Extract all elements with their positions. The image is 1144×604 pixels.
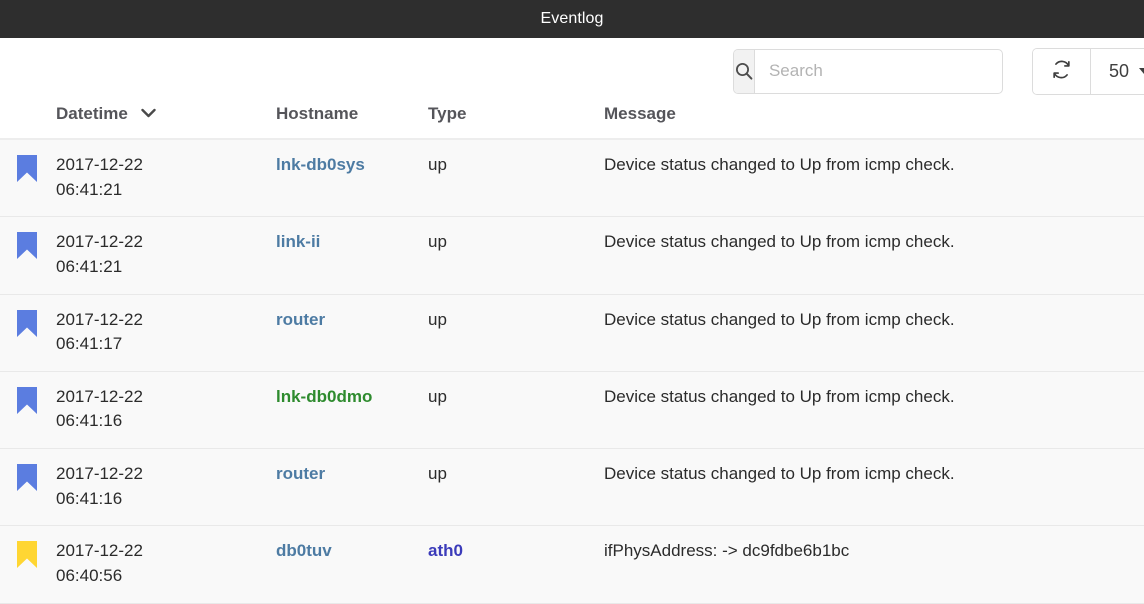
cell-message: Device status changed to Up from icmp ch… bbox=[604, 371, 1144, 450]
message-text: Device status changed to Up from icmp ch… bbox=[604, 386, 955, 406]
column-header-datetime-label: Datetime bbox=[56, 104, 128, 123]
cell-hostname: router bbox=[276, 448, 428, 527]
cell-datetime: 2017-12-22 06:41:16 bbox=[0, 448, 276, 527]
column-header-hostname[interactable]: Hostname bbox=[276, 104, 428, 140]
window-title-bar: Eventlog bbox=[0, 0, 1144, 38]
cell-hostname: lnk-db0dmo bbox=[276, 371, 428, 450]
cell-message: Device status changed to Up from icmp ch… bbox=[604, 448, 1144, 527]
type-link[interactable]: ath0 bbox=[428, 541, 463, 560]
cell-datetime: 2017-12-22 06:41:16 bbox=[0, 371, 276, 450]
message-text: Device status changed to Up from icmp ch… bbox=[604, 232, 955, 252]
type-value: up bbox=[428, 464, 447, 484]
type-value: up bbox=[428, 232, 447, 252]
hostname-link[interactable]: link-ii bbox=[276, 232, 320, 251]
cell-message: Device status changed to Up from icmp ch… bbox=[604, 216, 1144, 295]
type-value: up bbox=[428, 155, 447, 174]
cell-message: Device status changed to Up from icmp ch… bbox=[604, 294, 1144, 372]
table-header: Datetime Hostname Type Message bbox=[0, 104, 1144, 140]
table-row[interactable]: 2017-12-22 06:40:56 db0tuv ath0 ifPhysAddre… bbox=[0, 525, 1144, 604]
cell-hostname: lnk-db0sys bbox=[276, 139, 428, 218]
message-text: Device status changed to Up from icmp ch… bbox=[604, 464, 955, 484]
message-text: Device status changed to Up from icmp ch… bbox=[604, 155, 955, 174]
bookmark-flag-icon[interactable] bbox=[17, 155, 37, 182]
table-header-row: Datetime Hostname Type Message bbox=[0, 104, 1144, 140]
cell-type: up bbox=[428, 139, 604, 218]
cell-type: up bbox=[428, 448, 604, 527]
datetime-value: 2017-12-22 06:41:16 bbox=[56, 464, 143, 508]
column-header-message[interactable]: Message bbox=[604, 104, 1144, 140]
column-header-type[interactable]: Type bbox=[428, 104, 604, 140]
column-header-message-label: Message bbox=[604, 104, 676, 123]
table-row[interactable]: 2017-12-22 06:41:16 lnk-db0dmo up Device st… bbox=[0, 371, 1144, 450]
bookmark-flag-icon[interactable] bbox=[17, 309, 37, 337]
table-controls: 50 bbox=[1031, 47, 1144, 95]
column-header-datetime[interactable]: Datetime bbox=[0, 104, 276, 140]
page-size-dropdown[interactable]: 50 bbox=[1089, 48, 1144, 94]
cell-type: up bbox=[428, 294, 604, 372]
search-icon[interactable] bbox=[733, 49, 755, 93]
chevron-down-icon[interactable] bbox=[140, 105, 156, 122]
eventlog-table: Datetime Hostname Type Message 2017-12-2… bbox=[0, 104, 1144, 604]
message-text: Device status changed to Up from icmp ch… bbox=[604, 309, 955, 329]
page-size-value: 50 bbox=[1108, 60, 1129, 81]
hostname-link[interactable]: lnk-db0sys bbox=[276, 155, 365, 174]
toolbar: 50 bbox=[0, 38, 1144, 104]
type-value: up bbox=[428, 386, 447, 406]
hostname-link[interactable]: router bbox=[276, 464, 325, 483]
type-value: up bbox=[428, 309, 447, 329]
cell-type: ath0 bbox=[428, 525, 604, 604]
cell-datetime: 2017-12-22 06:41:17 bbox=[0, 294, 276, 372]
cell-datetime: 2017-12-22 06:41:21 bbox=[0, 216, 276, 295]
cell-hostname: router bbox=[276, 294, 428, 372]
column-header-hostname-label: Hostname bbox=[276, 104, 359, 123]
message-text: ifPhysAddress: -> dc9fdbe6b1bc bbox=[604, 541, 850, 561]
table-row[interactable]: 2017-12-22 06:41:17 router up Device status… bbox=[0, 294, 1144, 372]
hostname-link[interactable]: lnk-db0dmo bbox=[276, 387, 372, 406]
refresh-button[interactable] bbox=[1032, 48, 1090, 94]
cell-hostname: link-ii bbox=[276, 216, 428, 295]
cell-type: up bbox=[428, 216, 604, 295]
hostname-link[interactable]: router bbox=[276, 310, 325, 329]
chevron-down-icon bbox=[1139, 68, 1144, 74]
page-title: Eventlog bbox=[540, 10, 604, 27]
bookmark-flag-icon[interactable] bbox=[17, 464, 37, 492]
cell-hostname: db0tuv bbox=[276, 525, 428, 604]
column-header-type-label: Type bbox=[428, 104, 467, 123]
cell-message: ifPhysAddress: -> dc9fdbe6b1bc bbox=[604, 525, 1144, 604]
search-input[interactable] bbox=[754, 49, 1002, 93]
table-body: 2017-12-22 06:41:21 lnk-db0sys up Device st… bbox=[0, 139, 1144, 604]
hostname-link[interactable]: db0tuv bbox=[276, 541, 332, 560]
refresh-icon bbox=[1051, 59, 1072, 83]
cell-datetime: 2017-12-22 06:40:56 bbox=[0, 525, 276, 604]
search-box[interactable] bbox=[732, 48, 1003, 94]
bookmark-flag-icon[interactable] bbox=[17, 386, 37, 414]
datetime-value: 2017-12-22 06:41:17 bbox=[56, 309, 143, 354]
datetime-value: 2017-12-22 06:41:21 bbox=[56, 232, 143, 276]
cell-type: up bbox=[428, 371, 604, 450]
datetime-value: 2017-12-22 06:41:16 bbox=[56, 386, 143, 431]
table-row[interactable]: 2017-12-22 06:41:16 router up Device status… bbox=[0, 448, 1144, 527]
table-row[interactable]: 2017-12-22 06:41:21 link-ii up Device statu… bbox=[0, 216, 1144, 295]
cell-datetime: 2017-12-22 06:41:21 bbox=[0, 139, 276, 218]
datetime-value: 2017-12-22 06:41:21 bbox=[56, 155, 143, 199]
datetime-value: 2017-12-22 06:40:56 bbox=[56, 541, 143, 586]
bookmark-flag-icon[interactable] bbox=[17, 232, 37, 260]
bookmark-flag-icon[interactable] bbox=[17, 541, 37, 569]
cell-message: Device status changed to Up from icmp ch… bbox=[604, 139, 1144, 218]
table-row[interactable]: 2017-12-22 06:41:21 lnk-db0sys up Device st… bbox=[0, 139, 1144, 218]
